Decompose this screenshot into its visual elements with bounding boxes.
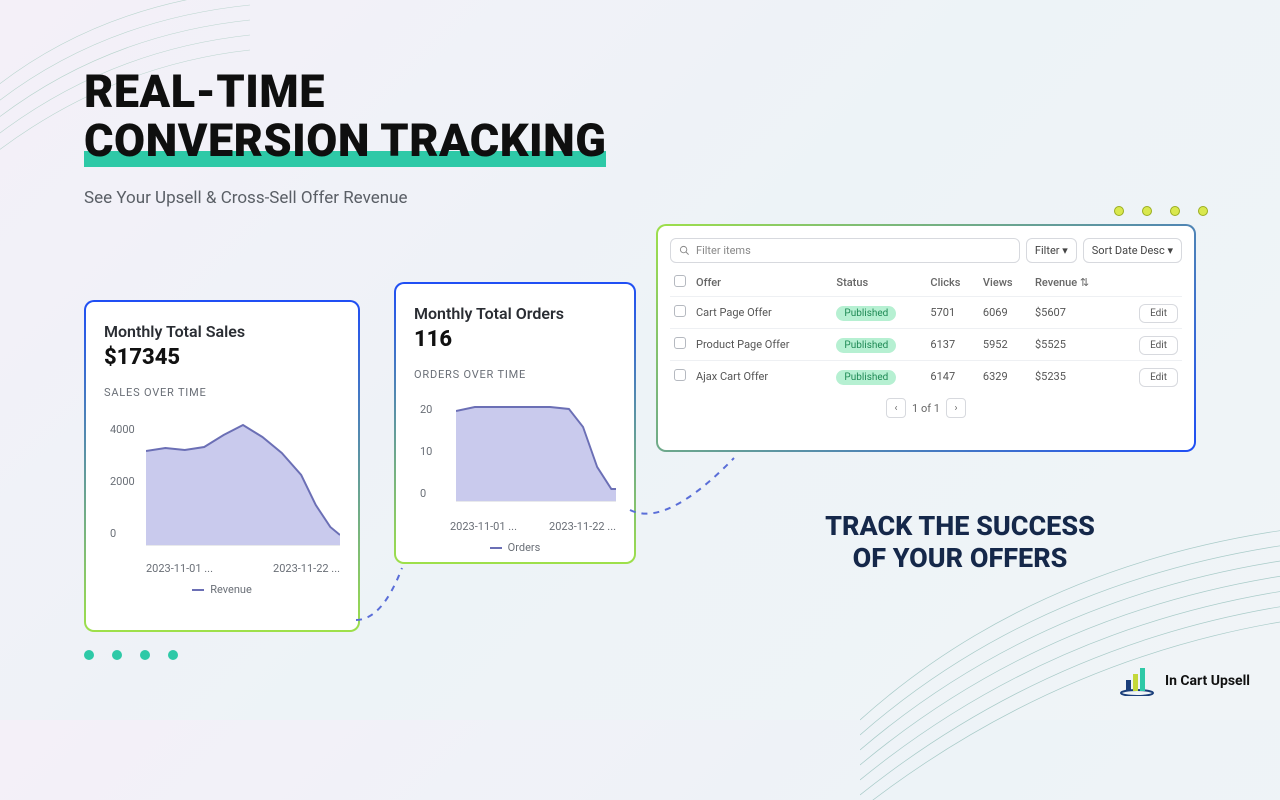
y-tick: 20 xyxy=(420,403,432,416)
legend-label: Orders xyxy=(508,541,541,554)
headline-line1: REAL-TIME xyxy=(84,65,325,118)
cell-revenue: $5235 xyxy=(1031,361,1117,393)
row-checkbox[interactable] xyxy=(674,337,686,349)
sort-button[interactable]: Sort Date Desc ▾ xyxy=(1083,238,1182,263)
tagline: TRACK THE SUCCESS OF YOUR OFFERS xyxy=(760,510,1160,575)
dot-icon xyxy=(1142,206,1152,216)
logo-icon xyxy=(1119,666,1155,696)
checkbox-all[interactable] xyxy=(674,275,686,287)
filter-button[interactable]: Filter ▾ xyxy=(1026,238,1077,263)
card-value: 116 xyxy=(414,327,616,352)
tagline-line2: OF YOUR OFFERS xyxy=(760,542,1160,574)
y-tick: 4000 xyxy=(110,423,135,436)
logo-text: In Cart Upsell xyxy=(1165,673,1250,689)
legend: Orders xyxy=(414,541,616,554)
x-tick: 2023-11-01 ... xyxy=(146,562,213,575)
table-row: Ajax Cart Offer Published 61476329$5235 Edi… xyxy=(670,361,1182,393)
dot-icon xyxy=(168,650,178,660)
cell-revenue: $5607 xyxy=(1031,297,1117,329)
prev-page-button[interactable]: ‹ xyxy=(886,398,906,418)
card-title: Monthly Total Orders xyxy=(414,304,616,323)
y-tick: 0 xyxy=(420,487,426,500)
card-orders: Monthly Total Orders 116 ORDERS OVER TIM… xyxy=(394,282,636,564)
cell-clicks: 6137 xyxy=(926,329,979,361)
col-offer: Offer xyxy=(692,269,832,297)
status-badge: Published xyxy=(836,370,896,385)
edit-button[interactable]: Edit xyxy=(1139,368,1178,387)
connector-icon xyxy=(352,560,412,630)
table-row: Cart Page Offer Published 57016069$5607 Edi… xyxy=(670,297,1182,329)
dot-row-bottom xyxy=(84,650,178,660)
card-caption: SALES OVER TIME xyxy=(104,386,340,399)
cell-offer: Product Page Offer xyxy=(692,329,832,361)
headline-line2: CONVERSION TRACKING xyxy=(84,117,606,166)
cell-clicks: 6147 xyxy=(926,361,979,393)
cell-views: 6329 xyxy=(979,361,1031,393)
cell-clicks: 5701 xyxy=(926,297,979,329)
sales-chart: 4000 2000 0 2023-11-01 ... 2023-11-22 ..… xyxy=(104,415,340,555)
cell-views: 6069 xyxy=(979,297,1031,329)
subhead: See Your Upsell & Cross-Sell Offer Reven… xyxy=(84,188,408,208)
card-table: Filter items Filter ▾ Sort Date Desc ▾ O… xyxy=(656,224,1196,452)
col-revenue: Revenue ⇅ xyxy=(1031,269,1117,297)
search-icon xyxy=(679,245,690,256)
tagline-line1: TRACK THE SUCCESS xyxy=(760,510,1160,542)
x-tick: 2023-11-22 ... xyxy=(549,520,616,533)
card-title: Monthly Total Sales xyxy=(104,322,340,341)
legend-swatch-icon xyxy=(192,589,204,591)
dot-row-top xyxy=(1114,206,1208,216)
edit-button[interactable]: Edit xyxy=(1139,304,1178,323)
dot-icon xyxy=(112,650,122,660)
cell-views: 5952 xyxy=(979,329,1031,361)
pager-text: 1 of 1 xyxy=(912,402,940,415)
table-row: Product Page Offer Published 61375952$5525… xyxy=(670,329,1182,361)
status-badge: Published xyxy=(836,306,896,321)
filter-input[interactable]: Filter items xyxy=(670,238,1020,263)
x-tick: 2023-11-22 ... xyxy=(273,562,340,575)
dot-icon xyxy=(1114,206,1124,216)
headline: REAL-TIME CONVERSION TRACKING xyxy=(84,68,606,165)
card-value: $17345 xyxy=(104,345,340,370)
dot-icon xyxy=(1198,206,1208,216)
col-views: Views xyxy=(979,269,1031,297)
orders-chart: 20 10 0 2023-11-01 ... 2023-11-22 ... xyxy=(414,397,616,513)
filter-placeholder: Filter items xyxy=(696,244,751,257)
row-checkbox[interactable] xyxy=(674,305,686,317)
y-tick: 2000 xyxy=(110,475,135,488)
offers-table: Offer Status Clicks Views Revenue ⇅ Cart… xyxy=(670,269,1182,392)
row-checkbox[interactable] xyxy=(674,369,686,381)
status-badge: Published xyxy=(836,338,896,353)
col-clicks: Clicks xyxy=(926,269,979,297)
dot-icon xyxy=(1170,206,1180,216)
edit-button[interactable]: Edit xyxy=(1139,336,1178,355)
pagination: ‹ 1 of 1 › xyxy=(670,398,1182,418)
legend-label: Revenue xyxy=(210,583,252,596)
next-page-button[interactable]: › xyxy=(946,398,966,418)
x-tick: 2023-11-01 ... xyxy=(450,520,517,533)
cell-revenue: $5525 xyxy=(1031,329,1117,361)
card-caption: ORDERS OVER TIME xyxy=(414,368,616,381)
cell-offer: Ajax Cart Offer xyxy=(692,361,832,393)
y-tick: 10 xyxy=(420,445,432,458)
dot-icon xyxy=(140,650,150,660)
y-tick: 0 xyxy=(110,527,116,540)
brand-logo: In Cart Upsell xyxy=(1119,666,1250,696)
cell-offer: Cart Page Offer xyxy=(692,297,832,329)
col-status: Status xyxy=(832,269,926,297)
connector-icon xyxy=(626,450,736,530)
card-sales: Monthly Total Sales $17345 SALES OVER TI… xyxy=(84,300,360,632)
legend-swatch-icon xyxy=(490,547,502,549)
dot-icon xyxy=(84,650,94,660)
bg-lines-br-icon xyxy=(860,400,1280,800)
legend: Revenue xyxy=(104,583,340,596)
